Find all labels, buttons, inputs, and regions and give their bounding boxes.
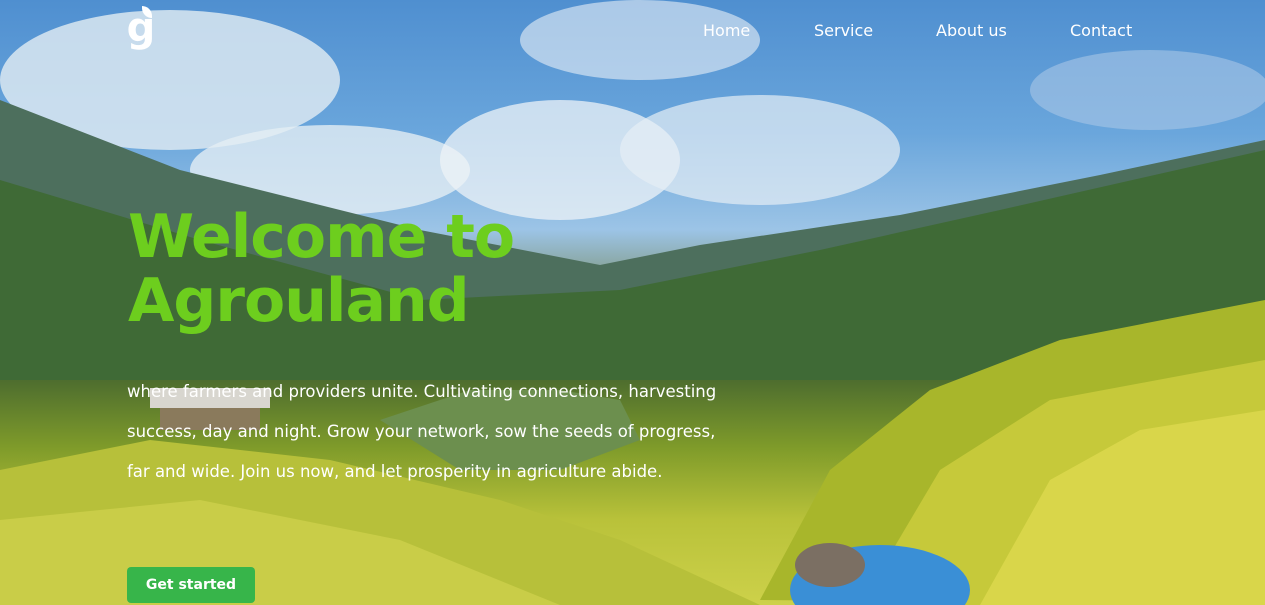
nav-home-link[interactable]: Home (703, 20, 750, 42)
nav-about-link[interactable]: About us (936, 20, 1007, 42)
get-started-button[interactable]: Get started (127, 567, 255, 603)
hero-title-line1: Welcome to (128, 202, 515, 272)
hero-description: where farmers and providers unite. Culti… (127, 382, 717, 481)
hero-title-line2: Agrouland (128, 266, 470, 336)
brand-logo[interactable]: g (124, 6, 158, 56)
nav-contact-link[interactable]: Contact (1070, 20, 1132, 42)
hero-title: Welcome to Agrouland (128, 202, 515, 336)
nav-service-link[interactable]: Service (814, 20, 873, 42)
